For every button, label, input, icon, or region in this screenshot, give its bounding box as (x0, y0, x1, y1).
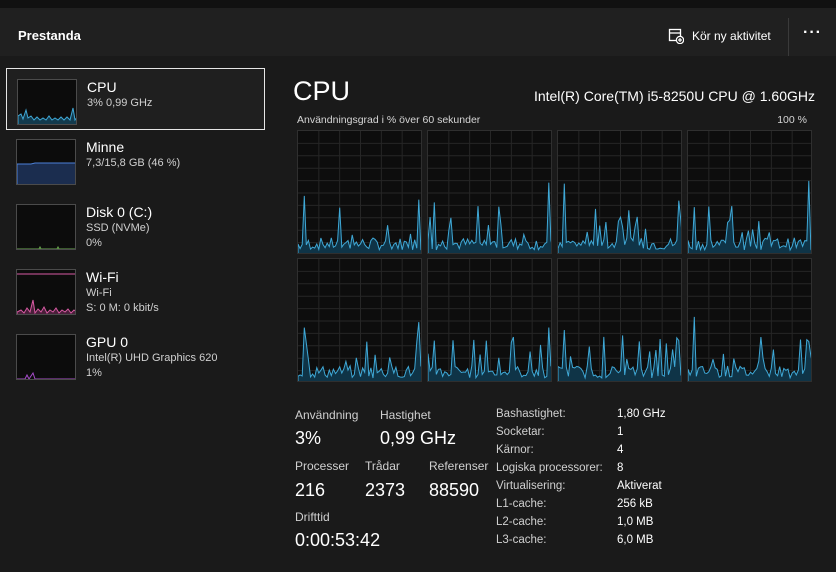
l3-cache-label: L3-cache: (496, 534, 547, 546)
title-bar: Prestanda Kör ny aktivitet ··· (0, 0, 836, 56)
uptime-value: 0:00:53:42 (295, 530, 381, 550)
wifi-thumbnail-graph (16, 269, 76, 315)
base-speed-value: 1,80 GHz (617, 408, 666, 420)
l1-cache-label: L1-cache: (496, 498, 547, 510)
processes-label: Processer (295, 459, 350, 473)
cores-value: 4 (617, 444, 624, 456)
processor-graph-canvas (298, 259, 421, 381)
cores-label: Kärnor: (496, 444, 534, 456)
sidebar-item-name: Minne (86, 139, 125, 155)
speed-label: Hastighet (380, 408, 431, 422)
logical-processor-graph-0 (297, 130, 422, 254)
l1-cache-value: 256 kB (617, 498, 653, 510)
handles-value: 88590 (429, 480, 480, 500)
processor-graph-canvas (558, 259, 681, 381)
cpu-thumbnail-graph (17, 79, 77, 125)
new-task-icon (668, 28, 684, 44)
sidebar-item-name: GPU 0 (86, 334, 129, 350)
logical-processors-label: Logiska processorer: (496, 462, 603, 474)
processor-graph-canvas (428, 259, 551, 381)
sidebar-item-detail: Wi-Fi (86, 287, 112, 299)
handles-label: Referenser (429, 459, 489, 473)
sidebar-item-disk[interactable]: Disk 0 (C:) SSD (NVMe) 0% (6, 194, 265, 256)
sidebar-item-cpu[interactable]: CPU 3% 0,99 GHz (6, 68, 265, 130)
logical-processor-graph-1 (427, 130, 552, 254)
sidebar-item-memory[interactable]: Minne 7,3/15,8 GB (46 %) (6, 129, 265, 191)
cpu-model-name: Intel(R) Core(TM) i5-8250U CPU @ 1.60GHz (533, 88, 815, 104)
sidebar-item-detail: SSD (NVMe) (86, 222, 150, 234)
processor-graph-canvas (558, 131, 681, 253)
logical-processor-graph-7 (687, 258, 812, 382)
toolbar-divider (788, 18, 789, 56)
logical-processor-graph-5 (427, 258, 552, 382)
sidebar-item-name: Wi-Fi (86, 269, 119, 285)
gpu-thumbnail-graph (16, 334, 76, 380)
run-new-task-label: Kör ny aktivitet (692, 29, 771, 43)
sidebar-item-name: CPU (87, 79, 117, 95)
logical-processors-value: 8 (617, 462, 624, 474)
processor-graph-canvas (688, 259, 811, 381)
sidebar-item-detail: Intel(R) UHD Graphics 620 (86, 352, 218, 364)
performance-sidebar: CPU 3% 0,99 GHz Minne 7,3/15,8 GB (46 %)… (0, 56, 278, 572)
processor-graph-canvas (688, 131, 811, 253)
processor-graph-canvas (428, 131, 551, 253)
l2-cache-label: L2-cache: (496, 516, 547, 528)
memory-thumbnail-graph (16, 139, 76, 185)
sidebar-item-name: Disk 0 (C:) (86, 204, 153, 220)
threads-label: Trådar (365, 459, 400, 473)
usage-value: 3% (295, 428, 322, 448)
sidebar-item-usage: 0% (86, 237, 102, 249)
sidebar-item-usage: 1% (86, 367, 102, 379)
virtualization-label: Virtualisering: (496, 480, 566, 492)
usage-label: Användning (295, 408, 359, 422)
resource-title: CPU (293, 76, 351, 106)
l3-cache-value: 6,0 MB (617, 534, 654, 546)
logical-processor-graph-4 (297, 258, 422, 382)
base-speed-label: Bashastighet: (496, 408, 566, 420)
sidebar-item-detail: 7,3/15,8 GB (46 %) (86, 157, 181, 169)
sidebar-item-gpu[interactable]: GPU 0 Intel(R) UHD Graphics 620 1% (6, 324, 265, 386)
logical-processor-graph-6 (557, 258, 682, 382)
logical-processor-graph-2 (557, 130, 682, 254)
threads-value: 2373 (365, 480, 406, 500)
speed-value: 0,99 GHz (380, 428, 457, 448)
disk-thumbnail-graph (16, 204, 76, 250)
more-options-button[interactable]: ··· (803, 24, 822, 42)
graph-max-label: 100 % (777, 114, 807, 126)
cpu-detail-panel: CPU Intel(R) Core(TM) i5-8250U CPU @ 1.6… (278, 56, 836, 572)
run-new-task-button[interactable]: Kör ny aktivitet (668, 26, 771, 46)
graph-caption: Användningsgrad i % över 60 sekunder (297, 114, 481, 126)
sockets-label: Socketar: (496, 426, 545, 438)
processes-value: 216 (295, 480, 326, 500)
sockets-value: 1 (617, 426, 624, 438)
sidebar-item-wifi[interactable]: Wi-Fi Wi-Fi S: 0 M: 0 kbit/s (6, 259, 265, 321)
sidebar-item-throughput: S: 0 M: 0 kbit/s (86, 302, 159, 314)
sidebar-item-detail: 3% 0,99 GHz (87, 97, 153, 109)
l2-cache-value: 1,0 MB (617, 516, 654, 528)
logical-processor-graph-3 (687, 130, 812, 254)
virtualization-value: Aktiverat (617, 480, 662, 492)
page-title: Prestanda (18, 28, 81, 43)
uptime-label: Drifttid (295, 510, 330, 524)
processor-graph-canvas (298, 131, 421, 253)
